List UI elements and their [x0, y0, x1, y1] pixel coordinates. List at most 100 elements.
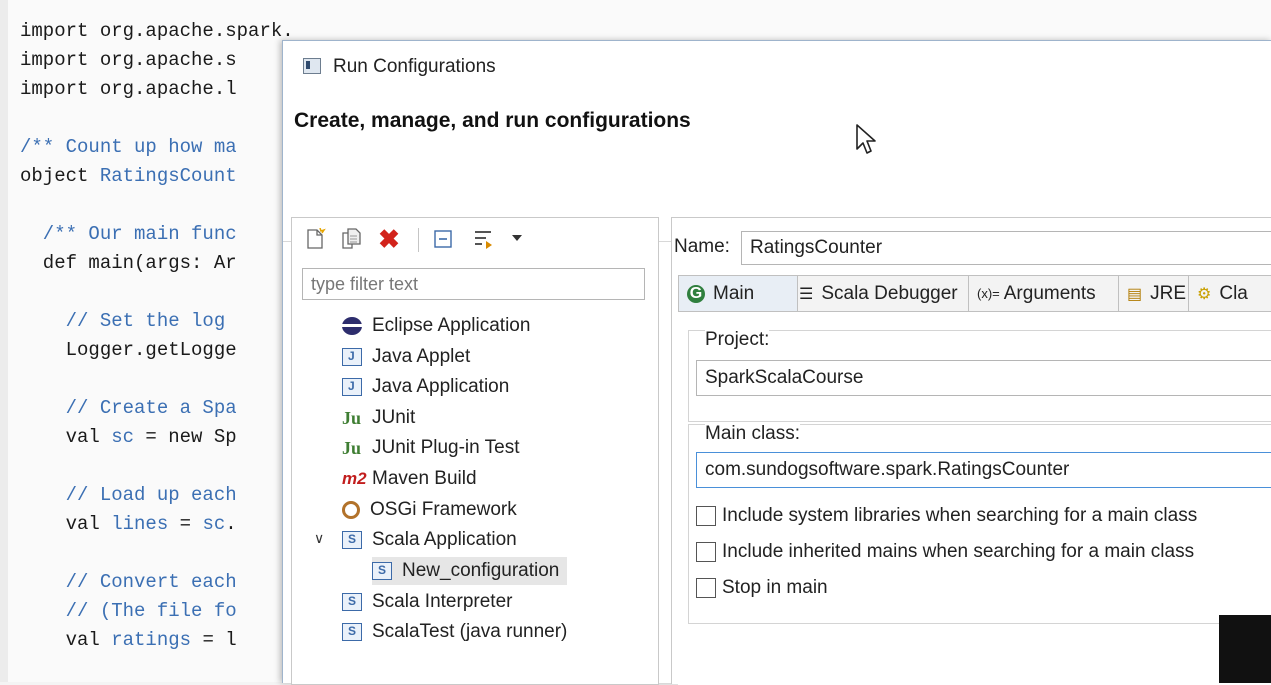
filter-dropdown-arrow-icon[interactable] [512, 235, 522, 241]
main-class-label: Main class: [705, 423, 801, 445]
toolbar-separator [418, 228, 419, 252]
code-line: // Create a Spa [20, 394, 294, 423]
maven-icon: m2 [342, 469, 367, 488]
tree-item-label: Java Applet [372, 346, 471, 367]
code-line: val ratings = l [20, 626, 294, 655]
duplicate-configuration-icon[interactable] [340, 228, 362, 250]
main-tab-content: Project: Main class: Include system libr… [678, 311, 1271, 685]
code-token: RatingsCount [99, 165, 237, 187]
tree-item-label: Java Application [372, 376, 510, 397]
config-tabs: G Main ☰ Scala Debugger (x)= Arguments ▤ JRE ⚙ Cl… [678, 275, 1271, 311]
tree-item-label: Maven Build [372, 468, 477, 489]
tree-item-label: JUnit [372, 407, 416, 428]
scalatest-icon [342, 623, 362, 641]
code-line: import org.apache.l [20, 75, 294, 104]
tree-item[interactable]: Ju JUnit [342, 404, 415, 432]
code-line: // Set the log [20, 307, 294, 336]
new-configuration-icon[interactable] [304, 228, 326, 250]
tree-item-label: JUnit Plug-in Test [372, 437, 520, 458]
code-line: // Load up each [20, 481, 294, 510]
tree-item[interactable]: m2 Maven Build [342, 465, 477, 493]
code-line: // Convert each [20, 568, 294, 597]
code-token: ratings [111, 629, 192, 651]
delete-configuration-icon[interactable]: ✖ [378, 226, 400, 252]
code-line: import org.apache.s [20, 46, 294, 75]
option-row[interactable]: Stop in main [696, 576, 828, 600]
config-toolbar: ✖ [292, 218, 658, 262]
checkbox[interactable] [696, 578, 716, 598]
osgi-icon [342, 501, 360, 519]
checkbox[interactable] [696, 542, 716, 562]
junit-plugin-icon: Ju [342, 438, 362, 458]
tree-item[interactable]: Ju JUnit Plug-in Test [342, 434, 520, 462]
eclipse-icon [342, 317, 362, 335]
tab-jre[interactable]: ▤ JRE [1118, 275, 1190, 311]
project-field[interactable] [696, 360, 1271, 396]
code-line: val lines = sc. [20, 510, 294, 539]
option-row[interactable]: Include inherited mains when searching f… [696, 540, 1194, 564]
mouse-cursor-icon [856, 124, 876, 154]
banner-title: Create, manage, and run configurations [294, 109, 691, 132]
dialog-title: Run Configurations [333, 56, 496, 77]
code-token: val [20, 513, 112, 535]
code-line: // (The file fo [20, 597, 294, 626]
tree-item[interactable]: OSGi Framework [342, 496, 517, 524]
scala-interpreter-icon [342, 593, 362, 611]
tree-item[interactable]: Java Applet [342, 343, 470, 371]
tree-item[interactable]: Eclipse Application [342, 312, 530, 340]
code-token: // Set the log [20, 310, 237, 332]
name-label: Name: [674, 236, 730, 257]
tab-arguments[interactable]: (x)= Arguments [968, 275, 1120, 311]
code-text[interactable]: import org.apache.spark. import org.apach… [20, 17, 294, 655]
tree-item-label: New_configuration [402, 560, 560, 581]
tree-item-label: Scala Application [372, 529, 517, 550]
tree-item[interactable]: ScalaTest (java runner) [342, 618, 567, 646]
code-line: /** Our main func [20, 220, 294, 249]
tab-label: Scala Debugger [821, 282, 958, 304]
code-token: = new Sp [134, 426, 237, 448]
tree-item[interactable]: Scala Interpreter [342, 588, 512, 616]
code-token: import org.apache.l [20, 78, 237, 100]
tab-label: Main [713, 282, 755, 304]
classpath-icon: ⚙ [1197, 285, 1212, 303]
chevron-down-icon[interactable]: ∨ [314, 530, 332, 550]
code-token: import org.apache.s [20, 49, 237, 71]
checkbox-label: Include system libraries when searching … [722, 505, 1198, 526]
collapse-all-icon[interactable] [432, 228, 454, 250]
tree-item[interactable]: Scala Application [342, 526, 517, 554]
code-line: /** Count up how ma [20, 133, 294, 162]
checkbox[interactable] [696, 506, 716, 526]
checkbox-label: Stop in main [722, 577, 828, 598]
code-line: Logger.getLogge [20, 336, 294, 365]
tab-main[interactable]: G Main [678, 275, 798, 311]
debugger-icon: ☰ [799, 285, 814, 303]
code-token: // (The file fo [20, 600, 237, 622]
code-line: val sc = new Sp [20, 423, 294, 452]
tree-item-label: OSGi Framework [370, 499, 517, 520]
code-token: . [225, 513, 237, 535]
code-token: // Create a Spa [20, 397, 237, 419]
name-field[interactable] [741, 231, 1271, 265]
tree-item[interactable]: Java Application [342, 373, 509, 401]
java-applet-icon [342, 348, 362, 366]
filter-input[interactable] [302, 268, 645, 300]
dialog-titlebar: Run Configurations [283, 41, 1271, 93]
checkbox-label: Include inherited mains when searching f… [722, 541, 1195, 562]
code-token: // Convert each [20, 571, 237, 593]
java-application-icon [342, 378, 362, 396]
code-token: val [20, 426, 112, 448]
scala-app-icon [342, 531, 362, 549]
main-class-field[interactable] [696, 452, 1271, 488]
option-row[interactable]: Include system libraries when searching … [696, 504, 1197, 528]
tab-cla[interactable]: ⚙ Cla [1188, 275, 1271, 311]
code-token: = l [191, 629, 237, 651]
filter-configurations-icon[interactable] [472, 228, 494, 250]
code-line: object RatingsCount [20, 162, 294, 191]
tab-scala-debugger[interactable]: ☰ Scala Debugger [790, 275, 970, 311]
tree-item-selected[interactable]: New_configuration [372, 557, 568, 585]
